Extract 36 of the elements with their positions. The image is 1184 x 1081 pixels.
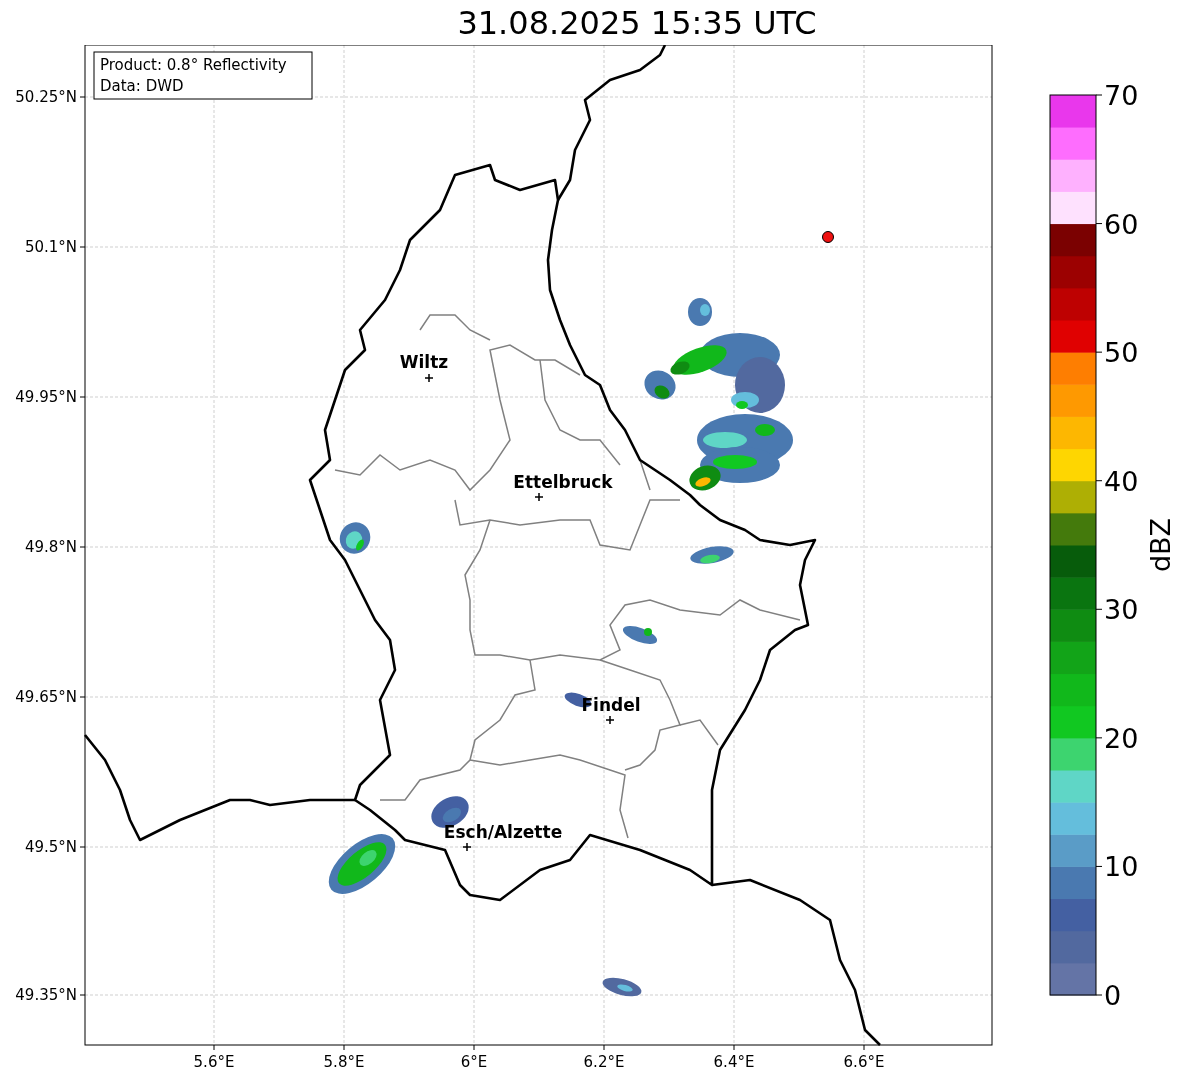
axis-tick-label: 6°E: [460, 1053, 488, 1071]
colorbar-label: dBZ: [1145, 517, 1176, 573]
city-label: Findel: [581, 695, 641, 715]
colorbar-tick-label: 50: [1104, 337, 1139, 369]
city-marker-icon: [605, 715, 615, 725]
colorbar-tick-label: 20: [1104, 722, 1139, 754]
city-label: Esch/Alzette: [443, 822, 563, 842]
axis-tick-label: 49.5°N: [24, 838, 77, 856]
info-text: Product: 0.8° Reflectivity: [100, 56, 287, 74]
axis-tick-label: 50.25°N: [15, 88, 77, 106]
city-label: Ettelbruck: [513, 472, 613, 492]
axis-tick-label: 49.8°N: [24, 538, 77, 556]
axis-tick-label: 6.2°E: [583, 1053, 625, 1071]
location-dot: [822, 231, 834, 243]
colorbar-tick-label: 60: [1104, 208, 1139, 240]
canton-border-line: [419, 314, 491, 341]
colorbar-tick-label: 70: [1104, 80, 1139, 111]
axis-tick-label: 6.4°E: [713, 1053, 755, 1071]
city-marker-icon: [534, 492, 544, 502]
colorbar-tick-label: 10: [1104, 851, 1139, 883]
axis-tick-label: 5.8°E: [323, 1053, 365, 1071]
axis-tick-label: 6.6°E: [843, 1053, 885, 1071]
colorbar-tick-label: 0: [1104, 980, 1122, 1011]
axis-tick-label: 49.95°N: [15, 388, 77, 406]
city-marker-icon: [424, 373, 434, 383]
axis-tick-label: 49.35°N: [15, 986, 77, 1004]
axis-tick-label: 5.6°E: [193, 1053, 235, 1071]
colorbar-tick-label: 30: [1104, 594, 1139, 626]
chart-title: 31.08.2025 15:35 UTC: [457, 3, 817, 44]
canton-border-line: [639, 459, 651, 491]
city-marker-icon: [462, 842, 472, 852]
axis-tick-label: 50.1°N: [24, 238, 77, 256]
colorbar-tick-label: 40: [1104, 465, 1139, 497]
axis-tick-label: 49.65°N: [15, 688, 77, 706]
info-text: Data: DWD: [100, 77, 184, 95]
city-label: Wiltz: [399, 352, 449, 372]
